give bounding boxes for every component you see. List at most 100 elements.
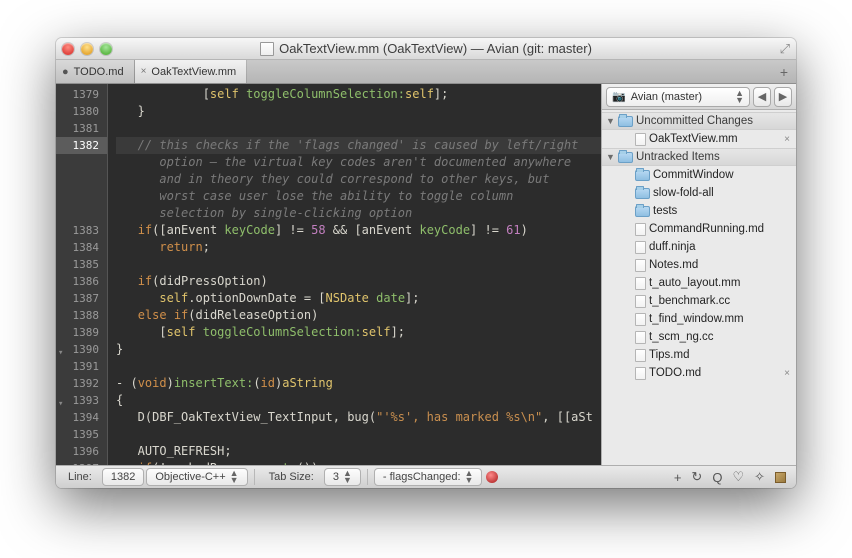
tree-section-header[interactable]: ▼Untracked Items bbox=[602, 148, 796, 166]
nav-forward-button[interactable]: ▶ bbox=[774, 87, 792, 107]
line-number[interactable]: 1396 bbox=[56, 443, 99, 460]
file-icon bbox=[635, 277, 646, 290]
code-line[interactable]: selection by single-clicking option bbox=[116, 205, 601, 222]
status-tools: + ↻ Q ♡ ✧ bbox=[668, 469, 792, 485]
dropdown-arrows-icon: ▲▼ bbox=[230, 470, 239, 484]
tree-item[interactable]: duff.ninja bbox=[602, 238, 796, 256]
grammar-popup[interactable]: Objective-C++ ▲▼ bbox=[146, 468, 247, 486]
tree-item[interactable]: Tips.md bbox=[602, 346, 796, 364]
code-line[interactable] bbox=[116, 358, 601, 375]
line-number[interactable]: 1383 bbox=[56, 222, 99, 239]
code-line[interactable]: self.optionDownDate = [NSDate date]; bbox=[116, 290, 601, 307]
code-line[interactable]: [self toggleColumnSelection:self]; bbox=[116, 324, 601, 341]
minimize-window-button[interactable] bbox=[81, 43, 93, 55]
code-line[interactable]: AUTO_REFRESH; bbox=[116, 443, 601, 460]
line-number[interactable]: 1389 bbox=[56, 324, 99, 341]
reload-button[interactable]: ↻ bbox=[691, 469, 702, 485]
tree-item[interactable]: Notes.md bbox=[602, 256, 796, 274]
close-window-button[interactable] bbox=[62, 43, 74, 55]
line-number[interactable]: 1387 bbox=[56, 290, 99, 307]
code-line[interactable]: option — the virtual key codes aren't do… bbox=[116, 154, 601, 171]
tab-todo-md[interactable]: ●TODO.md bbox=[56, 60, 135, 83]
line-number[interactable] bbox=[56, 188, 99, 205]
line-number[interactable]: 1382 bbox=[56, 137, 107, 154]
disclosure-triangle-icon[interactable]: ▼ bbox=[606, 116, 615, 126]
code-line[interactable]: { bbox=[116, 392, 601, 409]
code-line[interactable]: // this checks if the 'flags changed' is… bbox=[116, 137, 601, 154]
add-button[interactable]: + bbox=[674, 470, 682, 485]
code-line[interactable] bbox=[116, 120, 601, 137]
tab-size-popup[interactable]: 3 ▲▼ bbox=[324, 468, 361, 486]
search-button[interactable]: Q bbox=[712, 470, 722, 485]
tree-section-header[interactable]: ▼Uncommitted Changes bbox=[602, 112, 796, 130]
code-line[interactable]: D(DBF_OakTextView_TextInput, bug("'%s', … bbox=[116, 409, 601, 426]
line-number[interactable]: 1379 bbox=[56, 86, 99, 103]
code-line[interactable]: } bbox=[116, 103, 601, 120]
close-item-icon[interactable]: × bbox=[784, 134, 792, 145]
line-number[interactable]: 1397 bbox=[56, 460, 99, 465]
tree-item[interactable]: OakTextView.mm× bbox=[602, 130, 796, 148]
settings-button[interactable]: ✧ bbox=[754, 469, 765, 485]
tree-item[interactable]: CommandRunning.md bbox=[602, 220, 796, 238]
code-line[interactable] bbox=[116, 426, 601, 443]
document-icon bbox=[260, 42, 274, 56]
macro-record-button[interactable] bbox=[486, 471, 498, 483]
code-area[interactable]: [self toggleColumnSelection:self]; } // … bbox=[108, 84, 601, 465]
code-line[interactable]: worst case user lose the ability to togg… bbox=[116, 188, 601, 205]
titlebar: OakTextView.mm (OakTextView) — Avian (gi… bbox=[56, 38, 796, 60]
zoom-window-button[interactable] bbox=[100, 43, 112, 55]
tree-item[interactable]: t_benchmark.cc bbox=[602, 292, 796, 310]
project-popup[interactable]: 📷 Avian (master) ▲▼ bbox=[606, 87, 750, 107]
tab-label: OakTextView.mm bbox=[151, 66, 236, 78]
code-line[interactable] bbox=[116, 256, 601, 273]
tree-item[interactable]: tests bbox=[602, 202, 796, 220]
status-bar: Line: 1382 Objective-C++ ▲▼ Tab Size: 3 … bbox=[56, 465, 796, 488]
line-number[interactable]: 1386 bbox=[56, 273, 99, 290]
code-line[interactable]: and in theory they could correspond to o… bbox=[116, 171, 601, 188]
symbol-popup[interactable]: - flagsChanged: ▲▼ bbox=[374, 468, 483, 486]
tree-item[interactable]: t_find_window.mm bbox=[602, 310, 796, 328]
tree-item[interactable]: TODO.md× bbox=[602, 364, 796, 382]
code-line[interactable]: if(didPressOption) bbox=[116, 273, 601, 290]
favorites-button[interactable]: ♡ bbox=[732, 469, 744, 485]
code-line[interactable]: } bbox=[116, 341, 601, 358]
close-item-icon[interactable]: × bbox=[784, 368, 792, 379]
fold-toggle-icon[interactable]: ▾ bbox=[58, 345, 63, 362]
code-editor[interactable]: 1379138013811382 138313841385138613871388… bbox=[56, 84, 601, 465]
code-line[interactable]: [self toggleColumnSelection:self]; bbox=[116, 86, 601, 103]
code-line[interactable]: - (void)insertText:(id)aString bbox=[116, 375, 601, 392]
line-number[interactable] bbox=[56, 205, 99, 222]
scm-status-icon[interactable] bbox=[775, 472, 786, 483]
line-number[interactable]: 1384 bbox=[56, 239, 99, 256]
line-number[interactable] bbox=[56, 154, 99, 171]
file-browser-sidebar: 📷 Avian (master) ▲▼ ◀ ▶ ▼Uncommitted Cha… bbox=[601, 84, 796, 465]
new-tab-button[interactable]: + bbox=[772, 60, 796, 83]
goto-line-field[interactable]: 1382 bbox=[102, 468, 144, 486]
line-gutter[interactable]: 1379138013811382 138313841385138613871388… bbox=[56, 84, 108, 465]
project-label: Avian (master) bbox=[631, 91, 702, 103]
line-number[interactable]: 1380 bbox=[56, 103, 99, 120]
tree-item-label: CommitWindow bbox=[653, 169, 792, 181]
code-line[interactable]: return; bbox=[116, 239, 601, 256]
line-number[interactable]: 1385 bbox=[56, 256, 99, 273]
disclosure-triangle-icon[interactable]: ▼ bbox=[606, 152, 615, 162]
line-number[interactable]: 1395 bbox=[56, 426, 99, 443]
fullscreen-icon[interactable]: ⤢ bbox=[780, 41, 790, 57]
close-tab-icon[interactable]: × bbox=[141, 66, 147, 77]
tree-item[interactable]: CommitWindow bbox=[602, 166, 796, 184]
tree-item[interactable]: slow-fold-all bbox=[602, 184, 796, 202]
line-number[interactable] bbox=[56, 171, 99, 188]
tab-oaktextview-mm[interactable]: × OakTextView.mm bbox=[135, 60, 248, 83]
code-line[interactable]: else if(didReleaseOption) bbox=[116, 307, 601, 324]
tree-item[interactable]: t_scm_ng.cc bbox=[602, 328, 796, 346]
line-number[interactable]: 1388 bbox=[56, 307, 99, 324]
line-number[interactable]: 1392 bbox=[56, 375, 99, 392]
line-number[interactable]: 1381 bbox=[56, 120, 99, 137]
fold-toggle-icon[interactable]: ▾ bbox=[58, 396, 63, 413]
tree-item[interactable]: t_auto_layout.mm bbox=[602, 274, 796, 292]
tree-item-label: Tips.md bbox=[649, 349, 792, 361]
grammar-label: Objective-C++ bbox=[155, 471, 225, 483]
file-tree[interactable]: ▼Uncommitted ChangesOakTextView.mm×▼Untr… bbox=[602, 110, 796, 465]
nav-back-button[interactable]: ◀ bbox=[753, 87, 771, 107]
code-line[interactable]: if([anEvent keyCode] != 58 && [anEvent k… bbox=[116, 222, 601, 239]
